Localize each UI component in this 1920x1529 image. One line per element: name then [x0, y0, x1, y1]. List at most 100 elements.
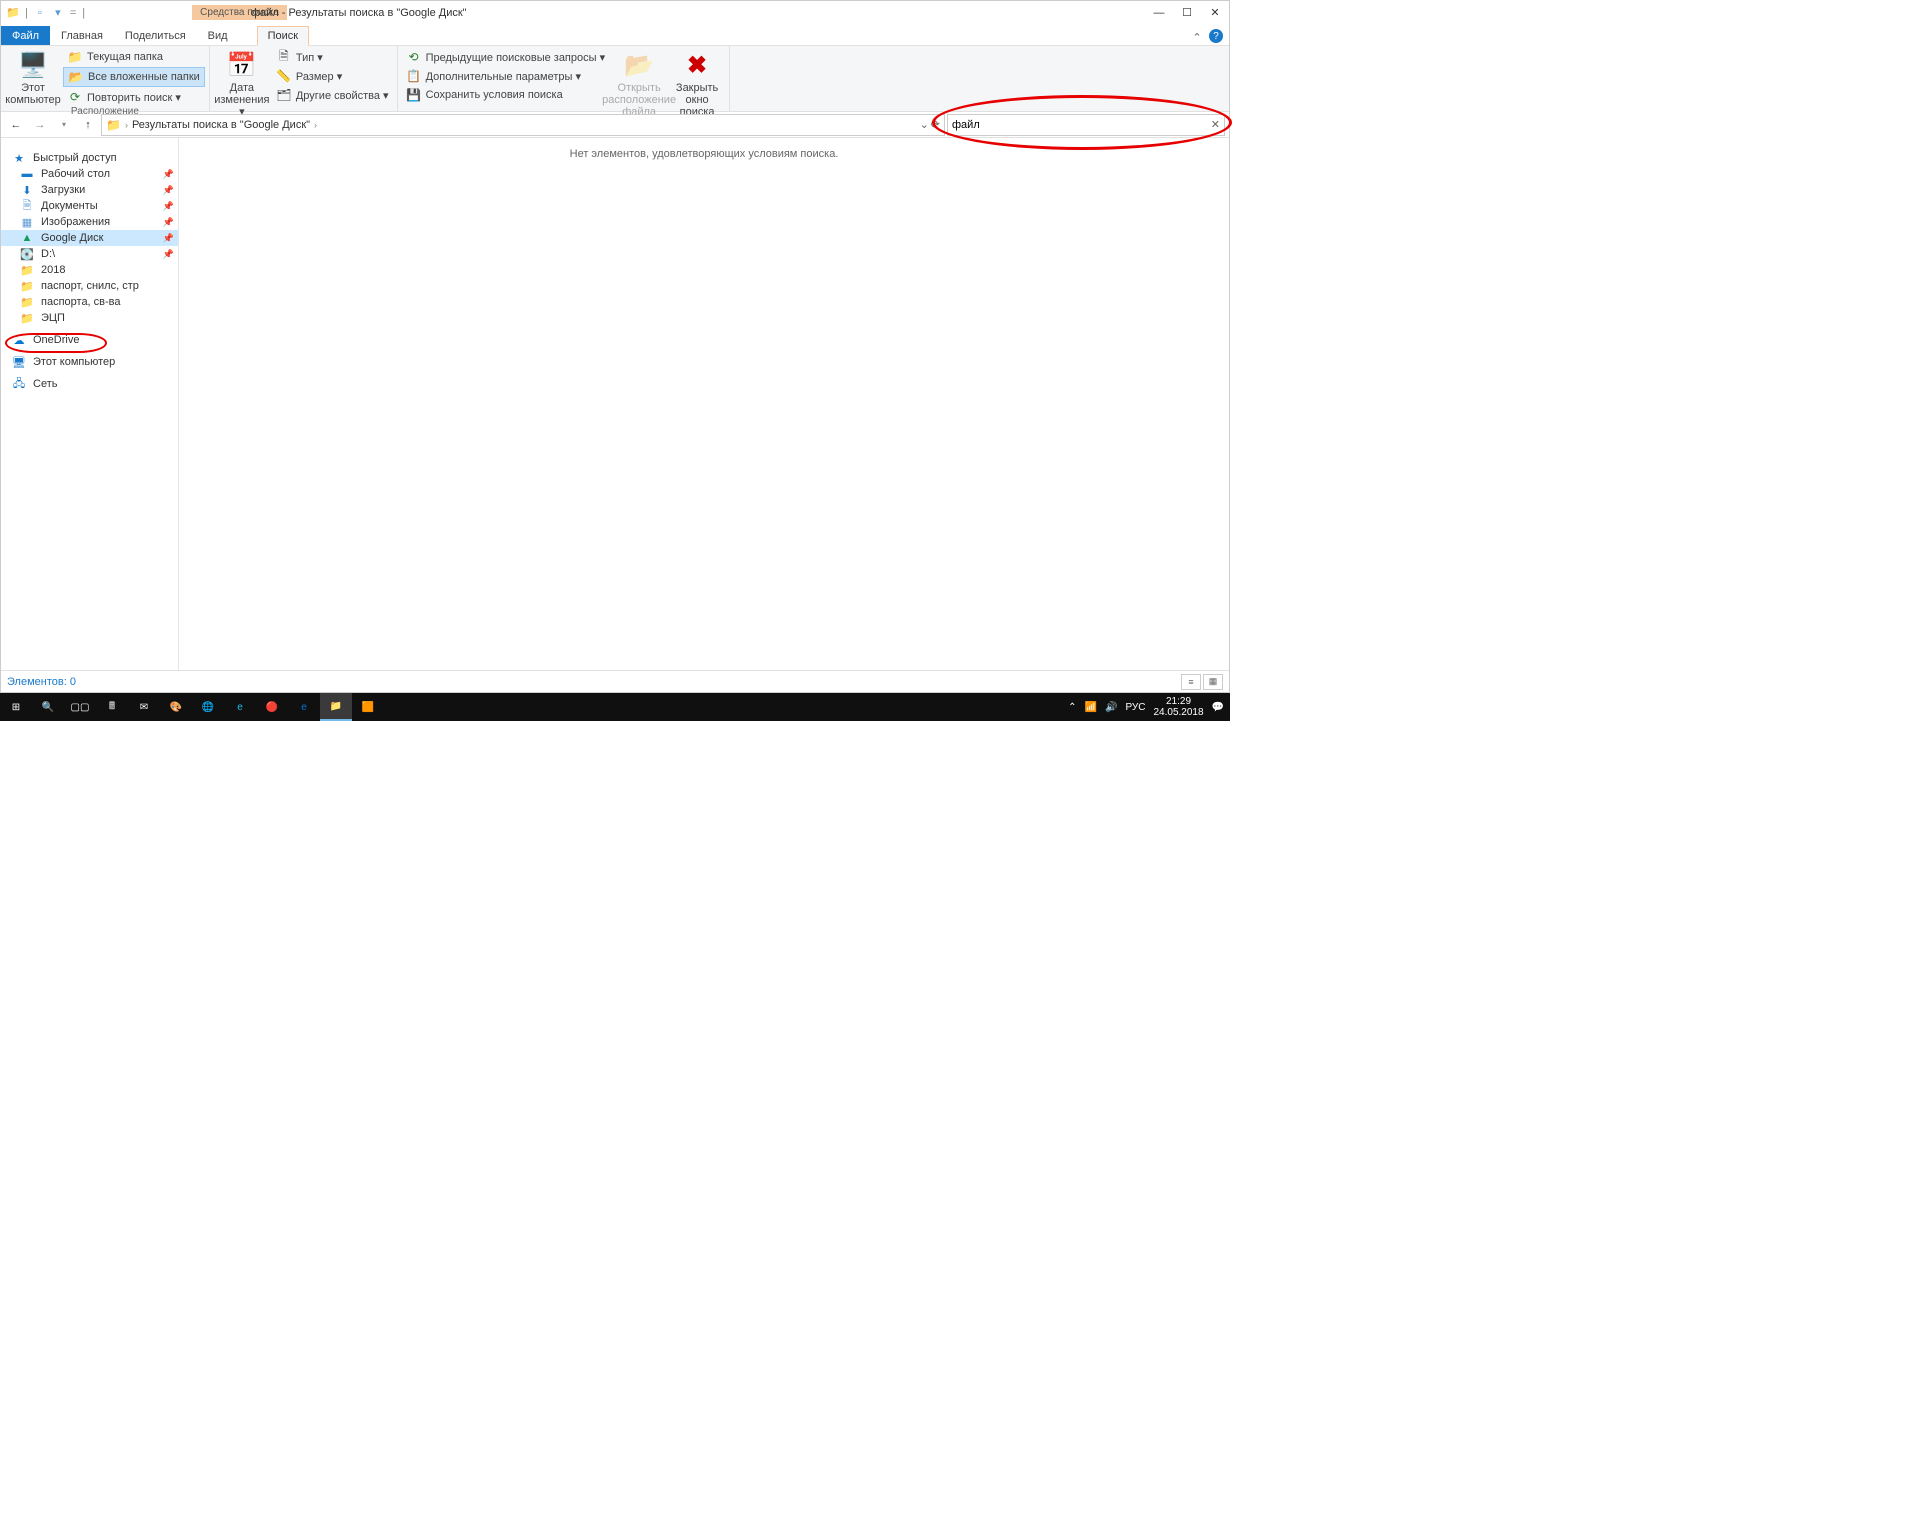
- tab-search[interactable]: Поиск: [257, 26, 309, 46]
- edge-app[interactable]: e: [288, 693, 320, 721]
- help-icon[interactable]: ?: [1209, 29, 1223, 43]
- current-folder-button[interactable]: 📁 Текущая папка: [63, 48, 205, 66]
- desktop-icon: ▬: [19, 167, 35, 181]
- sidebar-network[interactable]: 🖧 Сеть: [1, 376, 178, 392]
- folder-icon: 📁: [19, 311, 35, 325]
- quick-access-toolbar: 📁 | ▫ ▾ = |: [1, 5, 87, 21]
- qat-separator: |: [25, 7, 28, 19]
- sidebar-quick-access[interactable]: ★ Быстрый доступ: [1, 150, 178, 166]
- tab-file[interactable]: Файл: [1, 26, 50, 45]
- breadcrumb-dropdown-icon[interactable]: ⌄: [920, 118, 929, 131]
- sidebar-d-drive[interactable]: 💽 D:\📌: [1, 246, 178, 262]
- open-location-icon: 📂: [623, 50, 655, 82]
- ribbon: 🖥️ Этот компьютер 📁 Текущая папка 📂 Все …: [1, 46, 1229, 112]
- download-icon: ⬇: [19, 183, 35, 197]
- size-button[interactable]: 📏 Размер ▾: [272, 67, 393, 85]
- action-center-icon[interactable]: 💬: [1212, 702, 1224, 713]
- breadcrumb-item[interactable]: Результаты поиска в "Google Диск": [132, 119, 310, 131]
- refresh-icon[interactable]: ⟳: [931, 118, 940, 131]
- start-button[interactable]: ⊞: [0, 693, 32, 721]
- search-again-button[interactable]: ⟳ Повторить поиск ▾: [63, 88, 205, 106]
- date-modified-button[interactable]: 📅 Дата изменения ▾: [214, 48, 270, 118]
- recent-searches-button[interactable]: ⟲ Предыдущие поисковые запросы ▾: [402, 48, 610, 66]
- advanced-icon: 📋: [406, 68, 422, 84]
- close-button[interactable]: ✕: [1201, 2, 1229, 24]
- refresh-icon: ⟳: [67, 89, 83, 105]
- ribbon-group-refine: 📅 Дата изменения ▾ 🗎 Тип ▾ 📏 Размер ▾ 🗂 …: [210, 46, 398, 111]
- calculator-app[interactable]: 🖩: [96, 693, 128, 721]
- sidebar-desktop[interactable]: ▬ Рабочий стол📌: [1, 166, 178, 182]
- tab-view[interactable]: Вид: [197, 26, 239, 45]
- mail-app[interactable]: ✉: [128, 693, 160, 721]
- search-taskbar-button[interactable]: 🔍: [32, 693, 64, 721]
- folder-icon: 📁: [19, 279, 35, 293]
- details-view-button[interactable]: ≡: [1181, 674, 1201, 690]
- app-unknown[interactable]: 🟧: [352, 693, 384, 721]
- sidebar-pictures[interactable]: ▦ Изображения📌: [1, 214, 178, 230]
- nav-history-dropdown[interactable]: ▾: [53, 114, 75, 136]
- sound-icon[interactable]: 🔊: [1105, 702, 1117, 713]
- nav-up-button[interactable]: ↑: [77, 114, 99, 136]
- ribbon-group-options: ⟲ Предыдущие поисковые запросы ▾ 📋 Допол…: [398, 46, 731, 111]
- ruler-icon: 📏: [276, 68, 292, 84]
- network-icon: 🖧: [11, 377, 27, 391]
- tab-share[interactable]: Поделиться: [114, 26, 197, 45]
- qat-newfolder-icon[interactable]: ▾: [50, 5, 66, 21]
- task-view-button[interactable]: ▢▢: [64, 693, 96, 721]
- breadcrumb[interactable]: 📁 › Результаты поиска в "Google Диск" › …: [101, 114, 945, 136]
- type-button[interactable]: 🗎 Тип ▾: [272, 48, 393, 66]
- icons-view-button[interactable]: ▦: [1203, 674, 1223, 690]
- wifi-icon[interactable]: 📶: [1085, 702, 1097, 713]
- chevron-right-icon: ›: [125, 120, 128, 130]
- qat-properties-icon[interactable]: ▫: [32, 5, 48, 21]
- pictures-icon: ▦: [19, 215, 35, 229]
- nav-back-button[interactable]: ←: [5, 114, 27, 136]
- sidebar-passport1[interactable]: 📁 паспорт, снилс, стр: [1, 278, 178, 294]
- sidebar-this-pc[interactable]: 🖥 Этот компьютер: [1, 354, 178, 370]
- folders-icon: 📂: [68, 69, 84, 85]
- minimize-button[interactable]: —: [1145, 2, 1173, 24]
- explorer-body: ★ Быстрый доступ ▬ Рабочий стол📌 ⬇ Загру…: [1, 138, 1229, 670]
- show-hidden-icons[interactable]: ⌃: [1068, 702, 1076, 713]
- folder-icon: 📁: [67, 49, 83, 65]
- sidebar-onedrive[interactable]: ☁ OneDrive: [1, 332, 178, 348]
- chrome-app[interactable]: 🔴: [256, 693, 288, 721]
- explorer-taskbar[interactable]: 📁: [320, 693, 352, 721]
- ribbon-collapse-icon[interactable]: ⌃: [1189, 29, 1205, 45]
- language-indicator[interactable]: РУС: [1125, 702, 1145, 713]
- address-bar: ← → ▾ ↑ 📁 › Результаты поиска в "Google …: [1, 112, 1229, 138]
- calendar-icon: 📅: [226, 50, 258, 82]
- clock[interactable]: 21:29 24.05.2018: [1153, 696, 1203, 718]
- titlebar: 📁 | ▫ ▾ = | Средства поиска файл - Резул…: [1, 1, 1229, 24]
- close-search-button[interactable]: ✖ Закрыть окно поиска: [669, 48, 725, 118]
- qat-separator: =: [70, 7, 76, 19]
- other-properties-button[interactable]: 🗂 Другие свойства ▾: [272, 86, 393, 104]
- sidebar-documents[interactable]: 🗎 Документы📌: [1, 198, 178, 214]
- this-pc-button[interactable]: 🖥️ Этот компьютер: [5, 48, 61, 106]
- pin-icon: 📌: [163, 169, 174, 180]
- advanced-options-button[interactable]: 📋 Дополнительные параметры ▾: [402, 67, 610, 85]
- ie-app[interactable]: e: [224, 693, 256, 721]
- pin-icon: 📌: [163, 217, 174, 228]
- sidebar-passport2[interactable]: 📁 паспорта, св-ва: [1, 294, 178, 310]
- sidebar-google-drive[interactable]: ▲ Google Диск📌: [1, 230, 178, 246]
- blank-area: [0, 721, 1230, 955]
- app-icon: 📁: [5, 5, 21, 21]
- sidebar-ecp[interactable]: 📁 ЭЦП: [1, 310, 178, 326]
- browser-app-1[interactable]: 🌐: [192, 693, 224, 721]
- maximize-button[interactable]: ☐: [1173, 2, 1201, 24]
- document-icon: 🗎: [19, 199, 35, 213]
- drive-icon: 💽: [19, 247, 35, 261]
- search-box[interactable]: ✕: [947, 114, 1225, 136]
- sidebar-2018[interactable]: 📁 2018: [1, 262, 178, 278]
- paint-app[interactable]: 🎨: [160, 693, 192, 721]
- clear-search-icon[interactable]: ✕: [1211, 118, 1220, 131]
- properties-icon: 🗂: [276, 87, 292, 103]
- save-search-button[interactable]: 💾 Сохранить условия поиска: [402, 86, 610, 104]
- search-input[interactable]: [952, 119, 1211, 131]
- content-area: Нет элементов, удовлетворяющих условиям …: [179, 138, 1229, 670]
- all-subfolders-button[interactable]: 📂 Все вложенные папки: [63, 67, 205, 87]
- empty-results-text: Нет элементов, удовлетворяющих условиям …: [570, 148, 839, 670]
- tab-home[interactable]: Главная: [50, 26, 114, 45]
- nav-forward-button[interactable]: →: [29, 114, 51, 136]
